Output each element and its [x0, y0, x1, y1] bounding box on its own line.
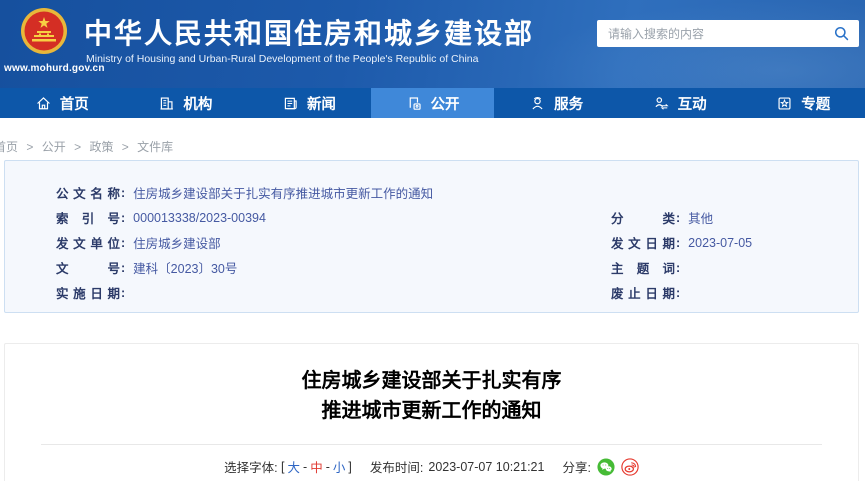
nav-item-disclosure[interactable]: 公开	[370, 88, 495, 118]
meta-label: 废止日期	[611, 287, 675, 301]
search-icon[interactable]	[833, 25, 850, 42]
disclosure-icon	[409, 96, 421, 110]
breadcrumb-separator: >	[26, 140, 34, 154]
font-size-selector: 选择字体: [ 大 - 中 - 小 ]	[224, 457, 352, 476]
nav-item-label: 公开	[430, 96, 460, 113]
meta-label: 主题词	[611, 262, 675, 276]
site-title: 中华人民共和国住房和城乡建设部	[84, 18, 535, 49]
meta-label: 公文名称	[56, 187, 120, 201]
search-input[interactable]	[606, 25, 833, 42]
nav-item-interaction[interactable]: 互动	[618, 88, 742, 118]
site-header: www.mohurd.gov.cn 中华人民共和国住房和城乡建设部 Minist…	[0, 0, 865, 88]
meta-label: 文号	[56, 262, 120, 276]
article-meta-bar: 选择字体: [ 大 - 中 - 小 ] 发布时间: 2023-07-07 10:…	[5, 457, 858, 476]
breadcrumb-separator: >	[121, 140, 129, 154]
nav-item-news[interactable]: 新闻	[247, 88, 371, 118]
meta-row: 实施日期 : 废止日期 :	[5, 280, 858, 305]
meta-value-issue-date: 2023-07-05	[688, 235, 753, 250]
font-size-small-button[interactable]: 小	[333, 457, 346, 476]
organization-icon	[160, 96, 174, 110]
breadcrumb: 首页 > 公开 > 政策 > 文件库	[0, 138, 173, 155]
news-icon	[284, 97, 297, 109]
search-box[interactable]	[597, 20, 859, 47]
share-group: 分享:	[562, 457, 639, 476]
publish-timestamp: 2023-07-07 10:21:21	[428, 459, 545, 474]
home-icon	[36, 96, 50, 109]
meta-label: 索引号	[56, 212, 120, 226]
article-title-line2: 推进城市更新工作的通知	[321, 400, 542, 422]
article-title-line1: 住房城乡建设部关于扎实有序	[301, 370, 562, 392]
breadcrumb-disclosure[interactable]: 公开	[42, 140, 66, 154]
breadcrumb-separator: >	[74, 140, 82, 154]
interaction-icon	[655, 96, 669, 110]
breadcrumb-home[interactable]: 首页	[0, 140, 18, 154]
meta-value-document-number: 建科〔2023〕30号	[133, 262, 238, 276]
breadcrumb-library[interactable]: 文件库	[137, 140, 173, 154]
meta-row: 索引号 : 000013338/2023-00394 分类 : 其他	[5, 205, 858, 230]
nav-item-label: 专题	[801, 96, 831, 113]
nav-item-label: 首页	[59, 96, 89, 113]
breadcrumb-policy[interactable]: 政策	[89, 140, 113, 154]
meta-row: 发文单位 : 住房城乡建设部 发文日期 : 2023-07-05	[5, 230, 858, 255]
weibo-share-icon[interactable]	[621, 457, 639, 476]
document-meta-box: 公文名称 : 住房城乡建设部关于扎实有序推进城市更新工作的通知 索引号 : 00…	[4, 160, 859, 313]
font-size-medium-button[interactable]: 中	[310, 457, 323, 476]
nav-item-label: 机构	[183, 96, 213, 113]
meta-value-index-number: 000013338/2023-00394	[133, 210, 266, 225]
article-title: 住房城乡建设部关于扎实有序 推进城市更新工作的通知	[5, 366, 858, 426]
nav-item-label: 服务	[554, 96, 584, 113]
publish-time: 发布时间: 2023-07-07 10:21:21	[369, 459, 545, 476]
service-icon	[532, 96, 543, 109]
main-nav: 首页 机构 新闻 公开 服务 互动 专题	[0, 88, 865, 118]
nav-item-label: 新闻	[306, 96, 336, 113]
site-subtitle: Ministry of Housing and Urban-Rural Deve…	[86, 53, 479, 65]
meta-label: 发文单位	[56, 237, 120, 251]
nav-item-label: 互动	[677, 96, 707, 113]
page: www.mohurd.gov.cn 中华人民共和国住房和城乡建设部 Minist…	[0, 0, 865, 481]
meta-value-category: 其他	[688, 212, 714, 226]
nav-item-home[interactable]: 首页	[0, 88, 124, 118]
meta-label: 发文日期	[611, 237, 675, 251]
nav-item-service[interactable]: 服务	[494, 88, 618, 118]
meta-value-issuing-unit: 住房城乡建设部	[133, 237, 221, 251]
font-size-large-button[interactable]: 大	[288, 457, 301, 476]
meta-value-document-name: 住房城乡建设部关于扎实有序推进城市更新工作的通知	[133, 187, 434, 201]
article-box: 住房城乡建设部关于扎实有序 推进城市更新工作的通知 选择字体: [ 大 - 中 …	[4, 343, 859, 481]
meta-label: 分类	[611, 212, 675, 226]
meta-row: 文号 : 建科〔2023〕30号 主题词 :	[5, 255, 858, 280]
nav-item-organization[interactable]: 机构	[124, 88, 248, 118]
national-emblem-icon	[21, 8, 67, 54]
nav-item-topics[interactable]: 专题	[741, 88, 865, 118]
title-divider	[41, 444, 822, 445]
wechat-share-icon[interactable]	[597, 457, 615, 476]
meta-label: 实施日期	[56, 287, 120, 301]
topics-icon	[778, 96, 791, 110]
meta-row-title: 公文名称 : 住房城乡建设部关于扎实有序推进城市更新工作的通知	[5, 180, 858, 205]
